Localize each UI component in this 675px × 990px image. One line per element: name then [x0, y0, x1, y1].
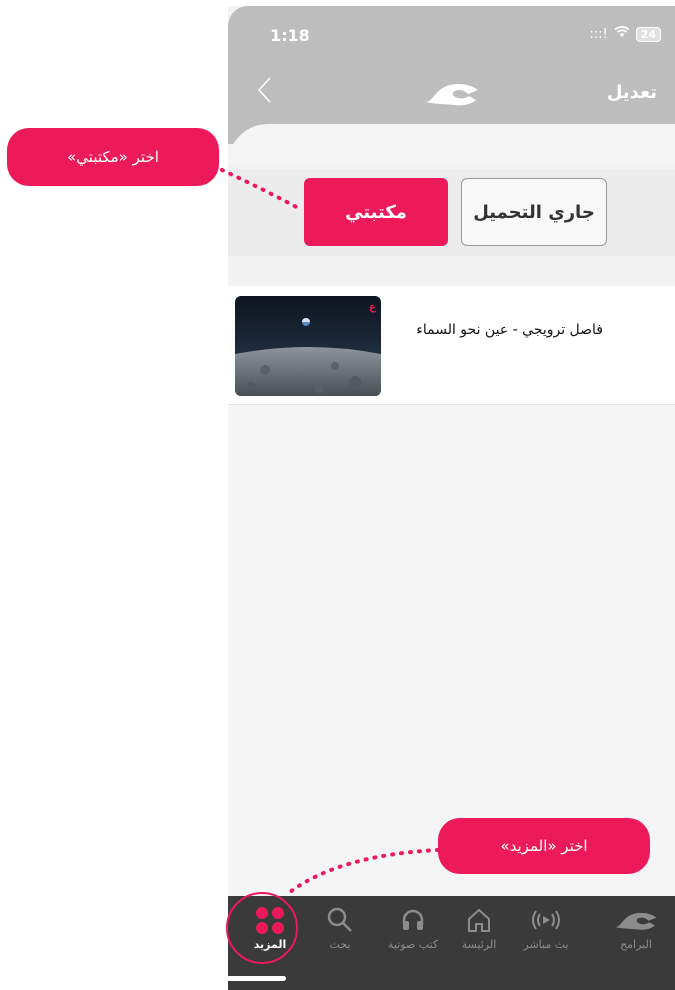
callout-choose-more: اختر «المزيد»: [438, 818, 650, 874]
callout-choose-library: اختر «مكتبتي»: [7, 128, 219, 186]
connector-more: [288, 848, 440, 894]
connector-library: [220, 168, 304, 212]
